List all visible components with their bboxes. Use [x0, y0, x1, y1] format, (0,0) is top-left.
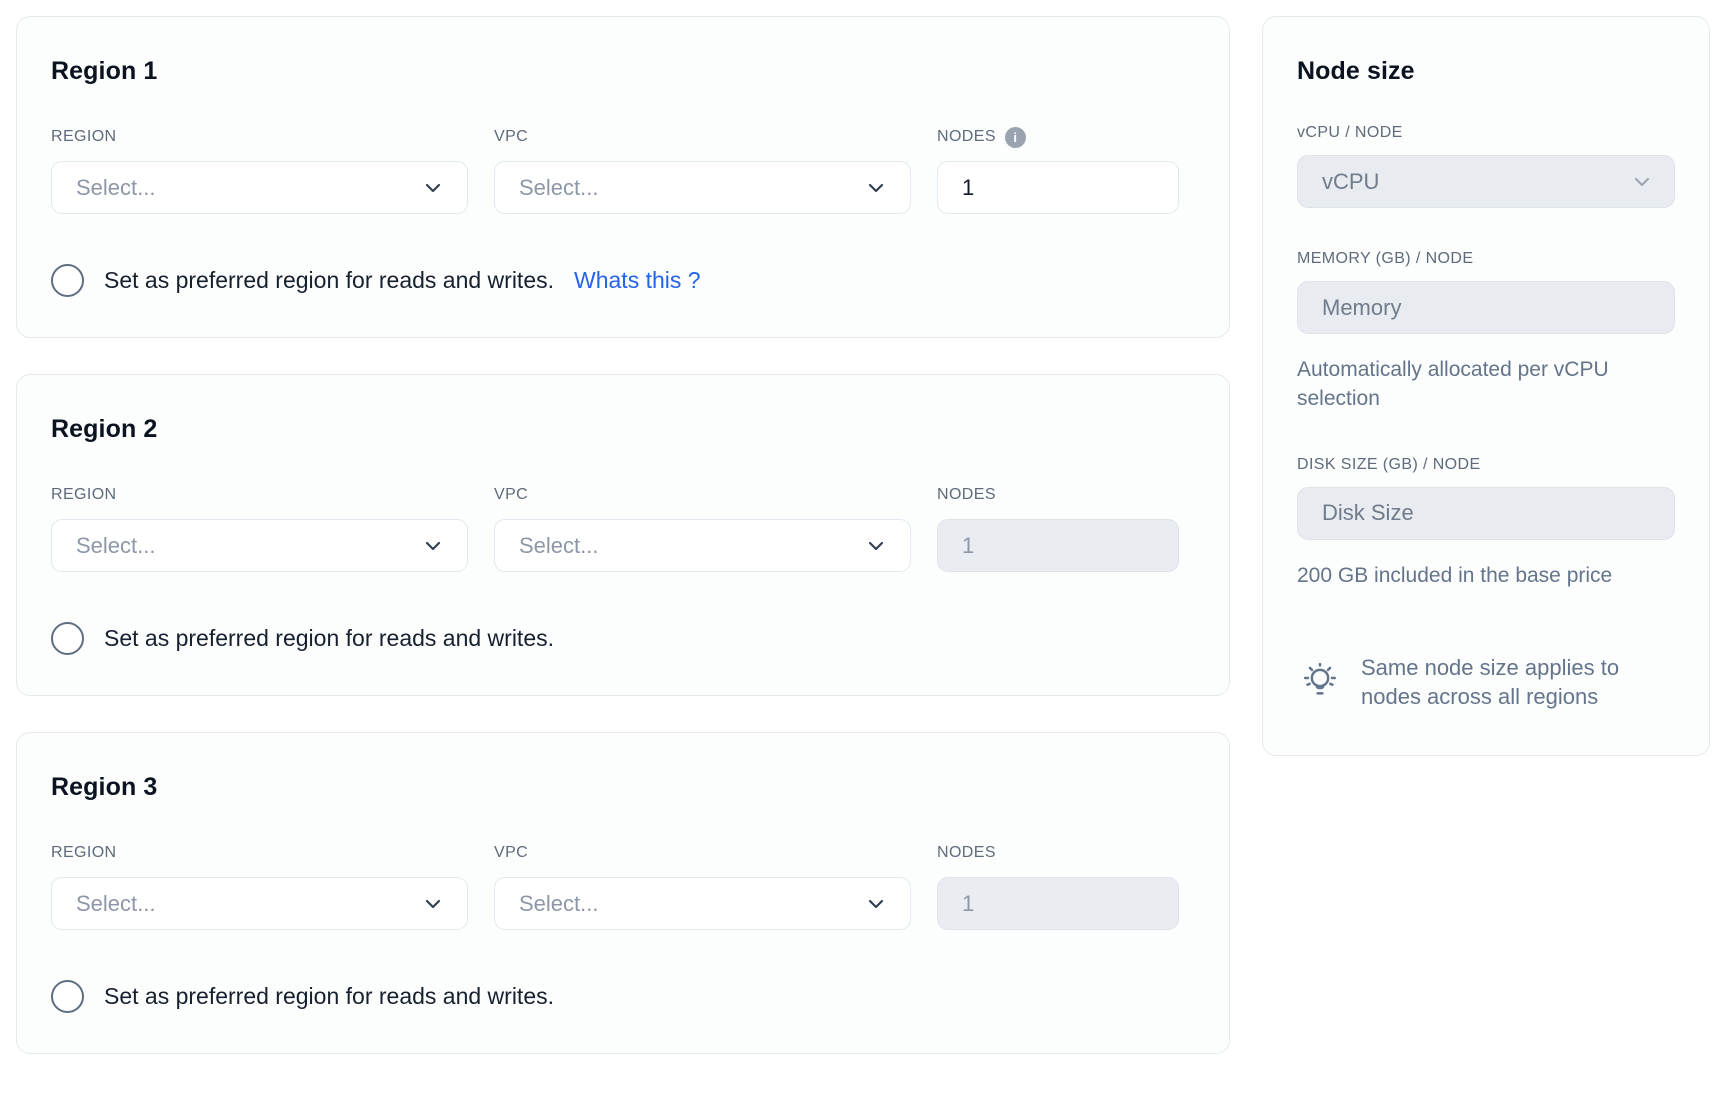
nodes-label-text: NODES: [937, 844, 996, 862]
memory-group: MEMORY (GB) / NODE Automatically allocat…: [1297, 250, 1675, 414]
vpc-select-placeholder: Select...: [519, 175, 598, 201]
vpc-field-label: VPC: [494, 126, 911, 148]
region-field-label: REGION: [51, 484, 468, 506]
nodes-input[interactable]: [937, 877, 1179, 930]
disk-group: DISK SIZE (GB) / NODE 200 GB included in…: [1297, 456, 1675, 591]
node-size-note: Same node size applies to nodes across a…: [1297, 653, 1675, 711]
chevron-down-icon: [864, 534, 888, 558]
preferred-region-radio[interactable]: Set as preferred region for reads and wr…: [51, 622, 1193, 655]
vcpu-select-value: vCPU: [1322, 169, 1379, 195]
radio-icon[interactable]: [51, 264, 84, 297]
memory-helper-text: Automatically allocated per vCPU selecti…: [1297, 356, 1675, 414]
nodes-field: NODES i: [937, 484, 1179, 572]
info-icon[interactable]: i: [1005, 127, 1026, 148]
region-card-3: Region 3 REGION Select... VPC Select...: [16, 732, 1230, 1054]
vpc-select-placeholder: Select...: [519, 533, 598, 559]
node-size-note-text: Same node size applies to nodes across a…: [1361, 653, 1661, 711]
region-fields-row: REGION Select... VPC Select...: [51, 484, 1193, 572]
region-card-title: Region 2: [51, 415, 1193, 444]
region-card-1: Region 1 REGION Select... VPC Select...: [16, 16, 1230, 338]
memory-label: MEMORY (GB) / NODE: [1297, 250, 1675, 268]
memory-input[interactable]: [1297, 281, 1675, 334]
disk-label: DISK SIZE (GB) / NODE: [1297, 456, 1675, 474]
preferred-region-label: Set as preferred region for reads and wr…: [104, 267, 554, 294]
vpc-field-label: VPC: [494, 484, 911, 506]
preferred-region-label: Set as preferred region for reads and wr…: [104, 983, 554, 1010]
nodes-label-text: NODES: [937, 486, 996, 504]
region-field-label: REGION: [51, 842, 468, 864]
cluster-config-page: Region 1 REGION Select... VPC Select...: [0, 0, 1736, 1108]
nodes-field-label: NODES i: [937, 842, 1179, 864]
vpc-select[interactable]: Select...: [494, 877, 911, 930]
nodes-field-label: NODES i: [937, 126, 1179, 148]
preferred-region-radio[interactable]: Set as preferred region for reads and wr…: [51, 264, 1193, 297]
lightbulb-icon: [1297, 655, 1343, 706]
region-select[interactable]: Select...: [51, 877, 468, 930]
vcpu-group: vCPU / NODE vCPU: [1297, 124, 1675, 208]
preferred-region-radio[interactable]: Set as preferred region for reads and wr…: [51, 980, 1193, 1013]
vcpu-select[interactable]: vCPU: [1297, 155, 1675, 208]
regions-column: Region 1 REGION Select... VPC Select...: [16, 16, 1230, 1054]
chevron-down-icon: [864, 892, 888, 916]
nodes-field: NODES i: [937, 842, 1179, 930]
chevron-down-icon: [864, 176, 888, 200]
vpc-select[interactable]: Select...: [494, 161, 911, 214]
vpc-select-placeholder: Select...: [519, 891, 598, 917]
vpc-field: VPC Select...: [494, 126, 911, 214]
region-field: REGION Select...: [51, 126, 468, 214]
region-field-label: REGION: [51, 126, 468, 148]
vpc-select[interactable]: Select...: [494, 519, 911, 572]
chevron-down-icon: [421, 176, 445, 200]
region-fields-row: REGION Select... VPC Select...: [51, 842, 1193, 930]
radio-icon[interactable]: [51, 622, 84, 655]
node-size-title: Node size: [1297, 57, 1675, 86]
chevron-down-icon: [421, 892, 445, 916]
vpc-field-label: VPC: [494, 842, 911, 864]
region-select[interactable]: Select...: [51, 161, 468, 214]
vpc-field: VPC Select...: [494, 842, 911, 930]
region-select[interactable]: Select...: [51, 519, 468, 572]
radio-icon[interactable]: [51, 980, 84, 1013]
nodes-label-text: NODES: [937, 128, 996, 146]
nodes-field: NODES i: [937, 126, 1179, 214]
region-select-placeholder: Select...: [76, 533, 155, 559]
vpc-field: VPC Select...: [494, 484, 911, 572]
region-card-title: Region 1: [51, 57, 1193, 86]
region-select-placeholder: Select...: [76, 175, 155, 201]
nodes-input[interactable]: [937, 519, 1179, 572]
vcpu-label: vCPU / NODE: [1297, 124, 1675, 142]
region-field: REGION Select...: [51, 842, 468, 930]
chevron-down-icon: [421, 534, 445, 558]
region-field: REGION Select...: [51, 484, 468, 572]
nodes-field-label: NODES i: [937, 484, 1179, 506]
region-fields-row: REGION Select... VPC Select...: [51, 126, 1193, 214]
disk-helper-text: 200 GB included in the base price: [1297, 562, 1675, 591]
region-card-2: Region 2 REGION Select... VPC Select...: [16, 374, 1230, 696]
preferred-region-label: Set as preferred region for reads and wr…: [104, 625, 554, 652]
whats-this-link[interactable]: Whats this ?: [574, 267, 701, 294]
chevron-down-icon: [1630, 170, 1654, 194]
node-size-column: Node size vCPU / NODE vCPU MEMORY (GB) /…: [1262, 16, 1710, 756]
nodes-input[interactable]: [937, 161, 1179, 214]
region-card-title: Region 3: [51, 773, 1193, 802]
region-select-placeholder: Select...: [76, 891, 155, 917]
disk-size-input[interactable]: [1297, 487, 1675, 540]
node-size-card: Node size vCPU / NODE vCPU MEMORY (GB) /…: [1262, 16, 1710, 756]
